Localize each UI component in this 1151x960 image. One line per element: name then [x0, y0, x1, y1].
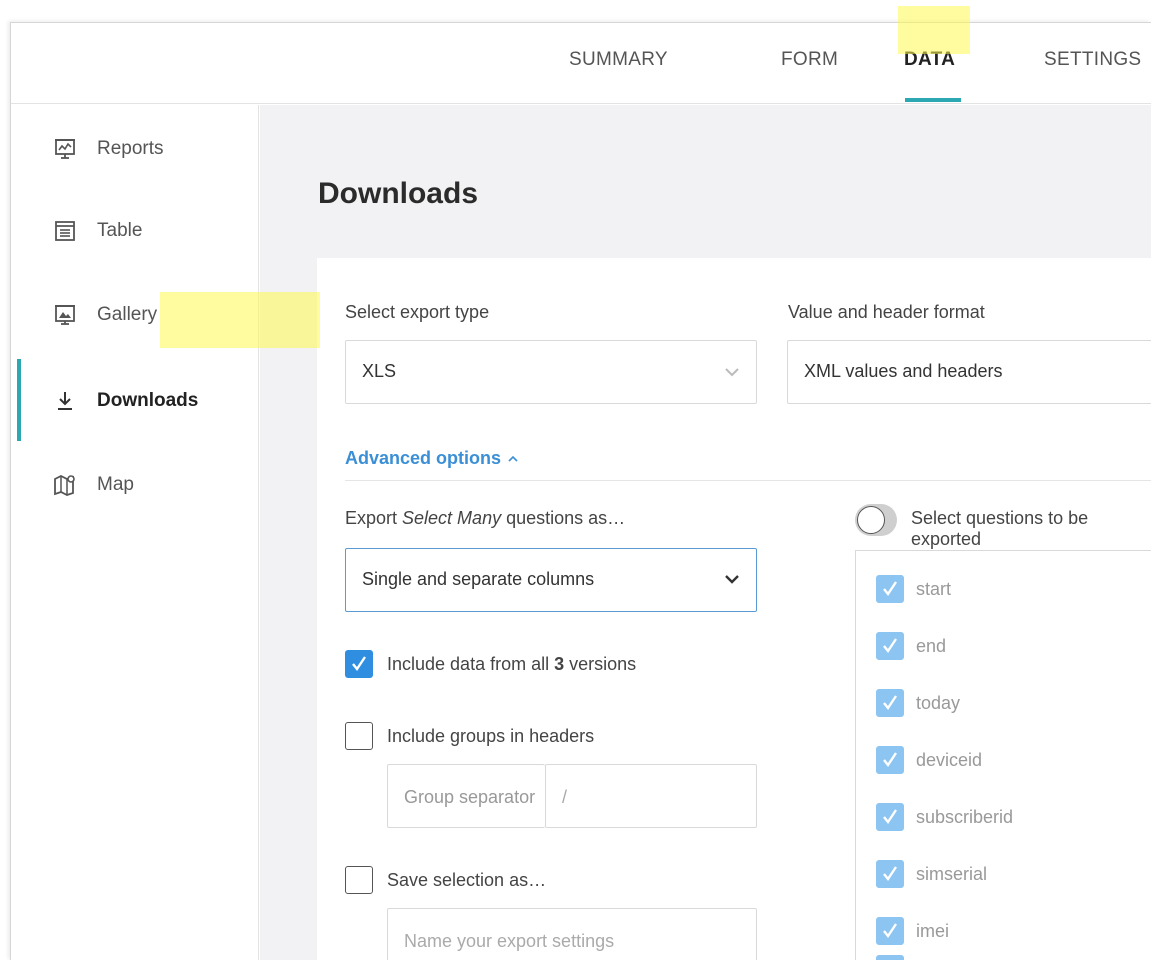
toggle-knob [857, 506, 885, 534]
question-label: subscriberid [916, 806, 1014, 827]
main-content: Downloads Select export type XLS Value a… [260, 105, 1151, 960]
select-questions-label: Select questions to be exported [911, 508, 1089, 549]
question-checkbox[interactable] [876, 575, 904, 603]
reports-icon [53, 137, 77, 161]
tab-form[interactable]: FORM [781, 49, 838, 71]
value-format-select[interactable]: XML values and headers [787, 340, 1151, 404]
export-type-select[interactable]: XLS [345, 340, 757, 404]
sidebar-item-reports[interactable]: Reports [11, 119, 259, 179]
app-frame: SUMMARY FORM DATA SETTINGS Reports Table… [10, 22, 1151, 960]
chevron-down-icon [724, 572, 740, 590]
top-strip [0, 0, 1151, 20]
downloads-card: Select export type XLS Value and header … [317, 258, 1151, 960]
question-checkbox[interactable] [876, 632, 904, 660]
page-title: Downloads [318, 177, 479, 210]
sidebar-item-label: Gallery [97, 304, 158, 325]
question-label: imei [916, 920, 950, 941]
advanced-options-toggle[interactable]: Advanced options [345, 448, 519, 469]
question-label: deviceid [916, 749, 983, 770]
sidebar-item-map[interactable]: Map [11, 455, 259, 515]
advanced-divider [345, 480, 1151, 481]
include-versions-label: Include data from all 3 versions [387, 654, 637, 674]
export-type-label: Select export type [345, 302, 490, 322]
sidebar-item-label: Reports [97, 138, 164, 159]
value-format-label: Value and header format [788, 302, 985, 322]
export-settings-name-input[interactable]: Name your export settings [387, 908, 757, 960]
sidebar-item-label: Map [97, 474, 134, 495]
value-format-value: XML values and headers [804, 361, 1003, 381]
sidebar-item-downloads[interactable]: Downloads [11, 371, 259, 431]
sidebar-item-label: Downloads [97, 390, 199, 411]
save-selection-checkbox[interactable] [345, 866, 373, 894]
group-separator-label-box: Group separator [387, 764, 545, 828]
save-selection-label: Save selection as… [387, 870, 547, 890]
map-icon [53, 473, 77, 497]
group-separator-input[interactable]: / [545, 764, 757, 828]
question-label: end [916, 635, 947, 656]
download-icon [53, 389, 77, 413]
question-checkbox[interactable] [876, 955, 904, 960]
question-checkbox[interactable] [876, 917, 904, 945]
export-settings-name-placeholder: Name your export settings [404, 931, 615, 951]
sidebar-item-label: Table [97, 220, 143, 241]
tab-active-underline [905, 98, 961, 102]
question-label: today [916, 692, 961, 713]
top-tab-bar: SUMMARY FORM DATA SETTINGS [11, 23, 1151, 104]
list-item[interactable]: simserial [876, 860, 987, 888]
chevron-up-icon [507, 448, 519, 469]
select-many-select[interactable]: Single and separate columns [345, 548, 757, 612]
chevron-down-icon [724, 365, 740, 383]
question-checkbox[interactable] [876, 746, 904, 774]
list-item[interactable] [876, 955, 904, 960]
list-item[interactable]: deviceid [876, 746, 982, 774]
gallery-icon [53, 303, 77, 327]
question-checkbox[interactable] [876, 803, 904, 831]
sidebar: Reports Table Gallery Downloads Map [11, 105, 259, 960]
group-separator-label: Group separator [404, 787, 536, 807]
tab-settings[interactable]: SETTINGS [1044, 49, 1141, 71]
question-checkbox[interactable] [876, 689, 904, 717]
include-groups-checkbox[interactable] [345, 722, 373, 750]
highlight-marker [160, 292, 320, 348]
list-item[interactable]: end [876, 632, 946, 660]
select-questions-toggle[interactable] [855, 504, 897, 536]
highlight-marker [898, 6, 970, 54]
list-item[interactable]: imei [876, 917, 949, 945]
question-checkbox[interactable] [876, 860, 904, 888]
list-item[interactable]: today [876, 689, 960, 717]
include-versions-checkbox[interactable] [345, 650, 373, 678]
export-type-value: XLS [362, 361, 397, 381]
select-many-label: Export Select Many questions as… [345, 508, 626, 528]
tab-summary[interactable]: SUMMARY [569, 49, 668, 71]
advanced-options-label: Advanced options [345, 448, 502, 468]
list-item[interactable]: subscriberid [876, 803, 1013, 831]
question-list: start end today deviceid subscriberid si… [855, 550, 1151, 960]
table-icon [53, 219, 77, 243]
list-item[interactable]: start [876, 575, 951, 603]
sidebar-item-table[interactable]: Table [11, 201, 259, 261]
group-separator-value: / [562, 787, 568, 807]
include-groups-label: Include groups in headers [387, 726, 595, 746]
question-label: start [916, 578, 952, 599]
question-label: simserial [916, 863, 988, 884]
select-many-value: Single and separate columns [362, 569, 595, 589]
